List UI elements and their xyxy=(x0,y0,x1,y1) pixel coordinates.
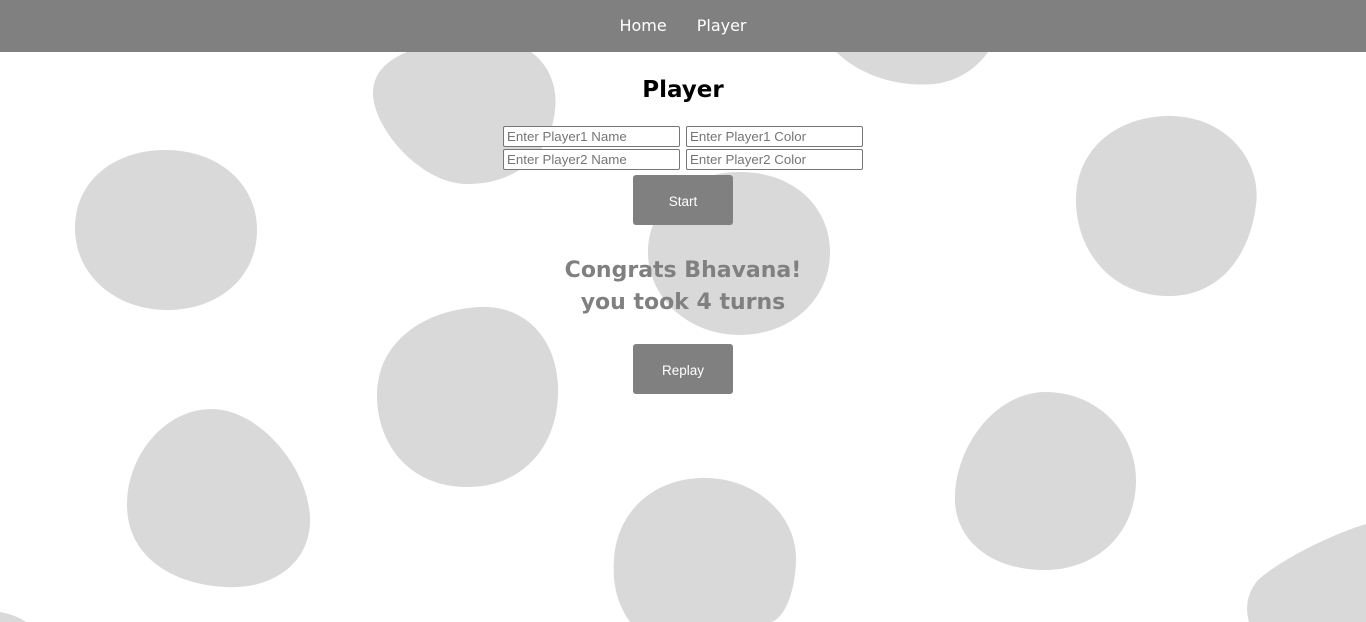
nav-link-player[interactable]: Player xyxy=(697,16,747,36)
player-setup-panel: Player Start Congrats Bhavana! you took … xyxy=(0,52,1366,394)
player1-color-input[interactable] xyxy=(686,126,863,147)
blob-shape xyxy=(1247,524,1366,622)
congrats-text: Congrats Bhavana! xyxy=(564,258,802,283)
blob-shape xyxy=(127,408,310,588)
page: Home Player Player Start Congrats Bhavan… xyxy=(0,0,1366,622)
nav-link-home[interactable]: Home xyxy=(619,16,666,36)
replay-button[interactable]: Replay xyxy=(633,344,733,394)
player2-color-input[interactable] xyxy=(686,149,863,170)
start-button[interactable]: Start xyxy=(633,175,733,225)
blob-shape xyxy=(613,477,797,622)
result-message: Congrats Bhavana! you took 4 turns xyxy=(0,255,1366,319)
page-title: Player xyxy=(642,77,724,103)
player1-input-row xyxy=(0,126,1366,147)
blob-shape xyxy=(0,612,26,622)
top-navbar: Home Player xyxy=(0,0,1366,52)
turns-text: you took 4 turns xyxy=(580,290,786,315)
player2-name-input[interactable] xyxy=(503,149,680,170)
player2-input-row xyxy=(0,149,1366,170)
player1-name-input[interactable] xyxy=(503,126,680,147)
blob-shape xyxy=(954,392,1137,571)
